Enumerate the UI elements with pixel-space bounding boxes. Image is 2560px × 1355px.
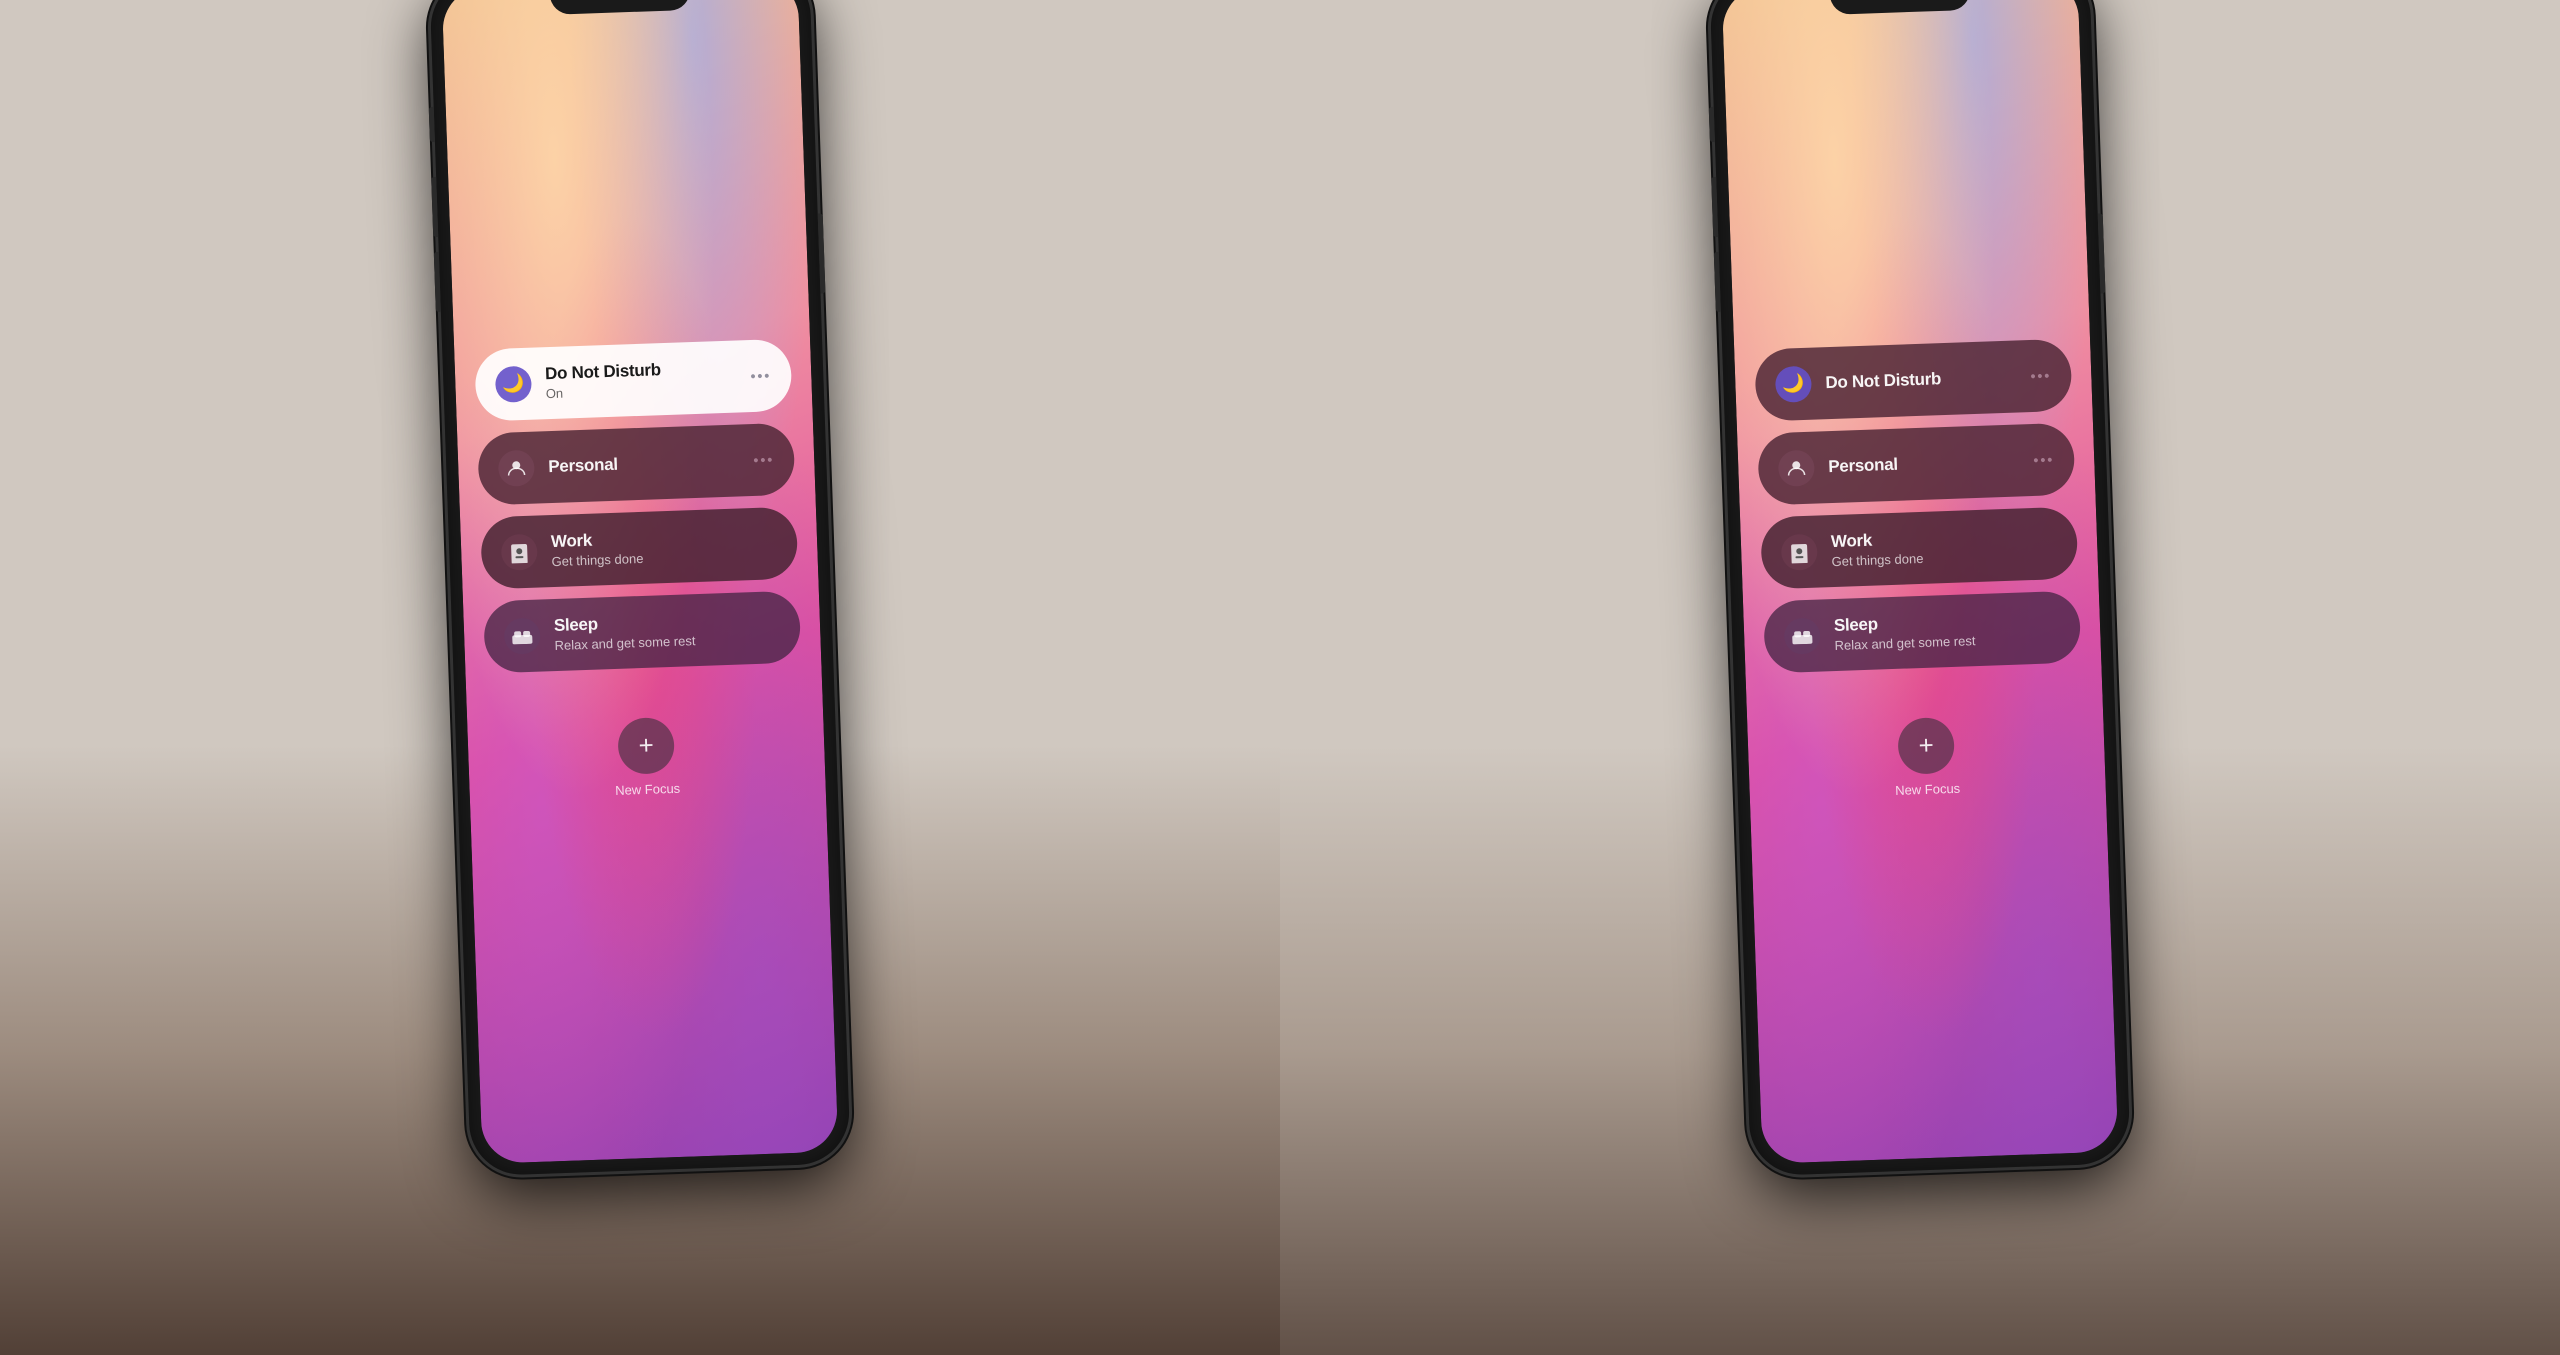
right-sleep-icon (1784, 617, 1821, 654)
left-phone-device: 🌙 Do Not Disturb On ••• (429, 0, 851, 1176)
left-focus-items-list: 🌙 Do Not Disturb On ••• (474, 338, 801, 673)
right-work-text: Work Get things done (1831, 524, 2058, 569)
right-dnd-text: Do Not Disturb (1825, 366, 2031, 393)
left-new-focus-circle: + (617, 716, 675, 774)
volume-down-left (434, 252, 441, 312)
right-work-icon (1781, 533, 1818, 570)
right-new-focus-button[interactable]: + New Focus (1893, 716, 1961, 797)
right-phone-device: 🌙 Do Not Disturb ••• (1709, 0, 2131, 1176)
right-personal-more[interactable]: ••• (2033, 451, 2054, 468)
left-phone-screen: 🌙 Do Not Disturb On ••• (442, 0, 839, 1164)
right-personal-title: Personal (1828, 449, 2034, 476)
right-dnd-title: Do Not Disturb (1825, 366, 2031, 393)
left-sleep-icon (504, 617, 541, 654)
mute-switch-right (1709, 107, 1715, 142)
left-dnd-more[interactable]: ••• (750, 367, 771, 384)
left-personal-more[interactable]: ••• (753, 451, 774, 468)
right-focus-items-list: 🌙 Do Not Disturb ••• (1754, 338, 2081, 673)
left-work-icon (501, 533, 538, 570)
right-sleep-text: Sleep Relax and get some rest (1834, 608, 2061, 653)
left-dnd-item[interactable]: 🌙 Do Not Disturb On ••• (474, 338, 792, 421)
left-sleep-item[interactable]: Sleep Relax and get some rest (483, 590, 801, 673)
left-personal-icon (498, 449, 535, 486)
left-photo-half: 🌙 Do Not Disturb On ••• (0, 0, 1280, 1355)
right-dnd-icon: 🌙 (1775, 365, 1812, 402)
right-dnd-item[interactable]: 🌙 Do Not Disturb ••• (1754, 338, 2072, 421)
right-focus-content: 🌙 Do Not Disturb ••• (1722, 0, 2119, 1164)
right-dnd-more[interactable]: ••• (2030, 367, 2051, 384)
left-work-text: Work Get things done (551, 524, 778, 569)
mute-switch-left (429, 107, 435, 142)
right-work-item[interactable]: Work Get things done (1760, 506, 2078, 589)
right-new-focus-circle: + (1897, 716, 1955, 774)
left-focus-content: 🌙 Do Not Disturb On ••• (442, 0, 839, 1164)
left-dnd-text: Do Not Disturb On (545, 357, 751, 401)
volume-up-right (1711, 177, 1718, 237)
right-sleep-item[interactable]: Sleep Relax and get some rest (1763, 590, 2081, 673)
right-new-focus-label: New Focus (1895, 780, 1961, 797)
right-photo-half: 🌙 Do Not Disturb ••• (1280, 0, 2560, 1355)
left-new-focus-label: New Focus (615, 780, 681, 797)
left-work-item[interactable]: Work Get things done (480, 506, 798, 589)
left-new-focus-button[interactable]: + New Focus (613, 716, 681, 797)
volume-up-left (431, 177, 438, 237)
right-personal-item[interactable]: Personal ••• (1757, 422, 2075, 505)
left-personal-item[interactable]: Personal ••• (477, 422, 795, 505)
right-personal-icon (1778, 449, 1815, 486)
right-phone-screen: 🌙 Do Not Disturb ••• (1722, 0, 2119, 1164)
volume-down-right (1714, 252, 1721, 312)
left-personal-text: Personal (548, 449, 754, 476)
left-personal-title: Personal (548, 449, 754, 476)
left-phone-wrapper: 🌙 Do Not Disturb On ••• (429, 0, 851, 1176)
right-personal-text: Personal (1828, 449, 2034, 476)
left-dnd-icon: 🌙 (495, 365, 532, 402)
left-sleep-text: Sleep Relax and get some rest (554, 608, 781, 653)
right-phone-wrapper: 🌙 Do Not Disturb ••• (1709, 0, 2131, 1176)
